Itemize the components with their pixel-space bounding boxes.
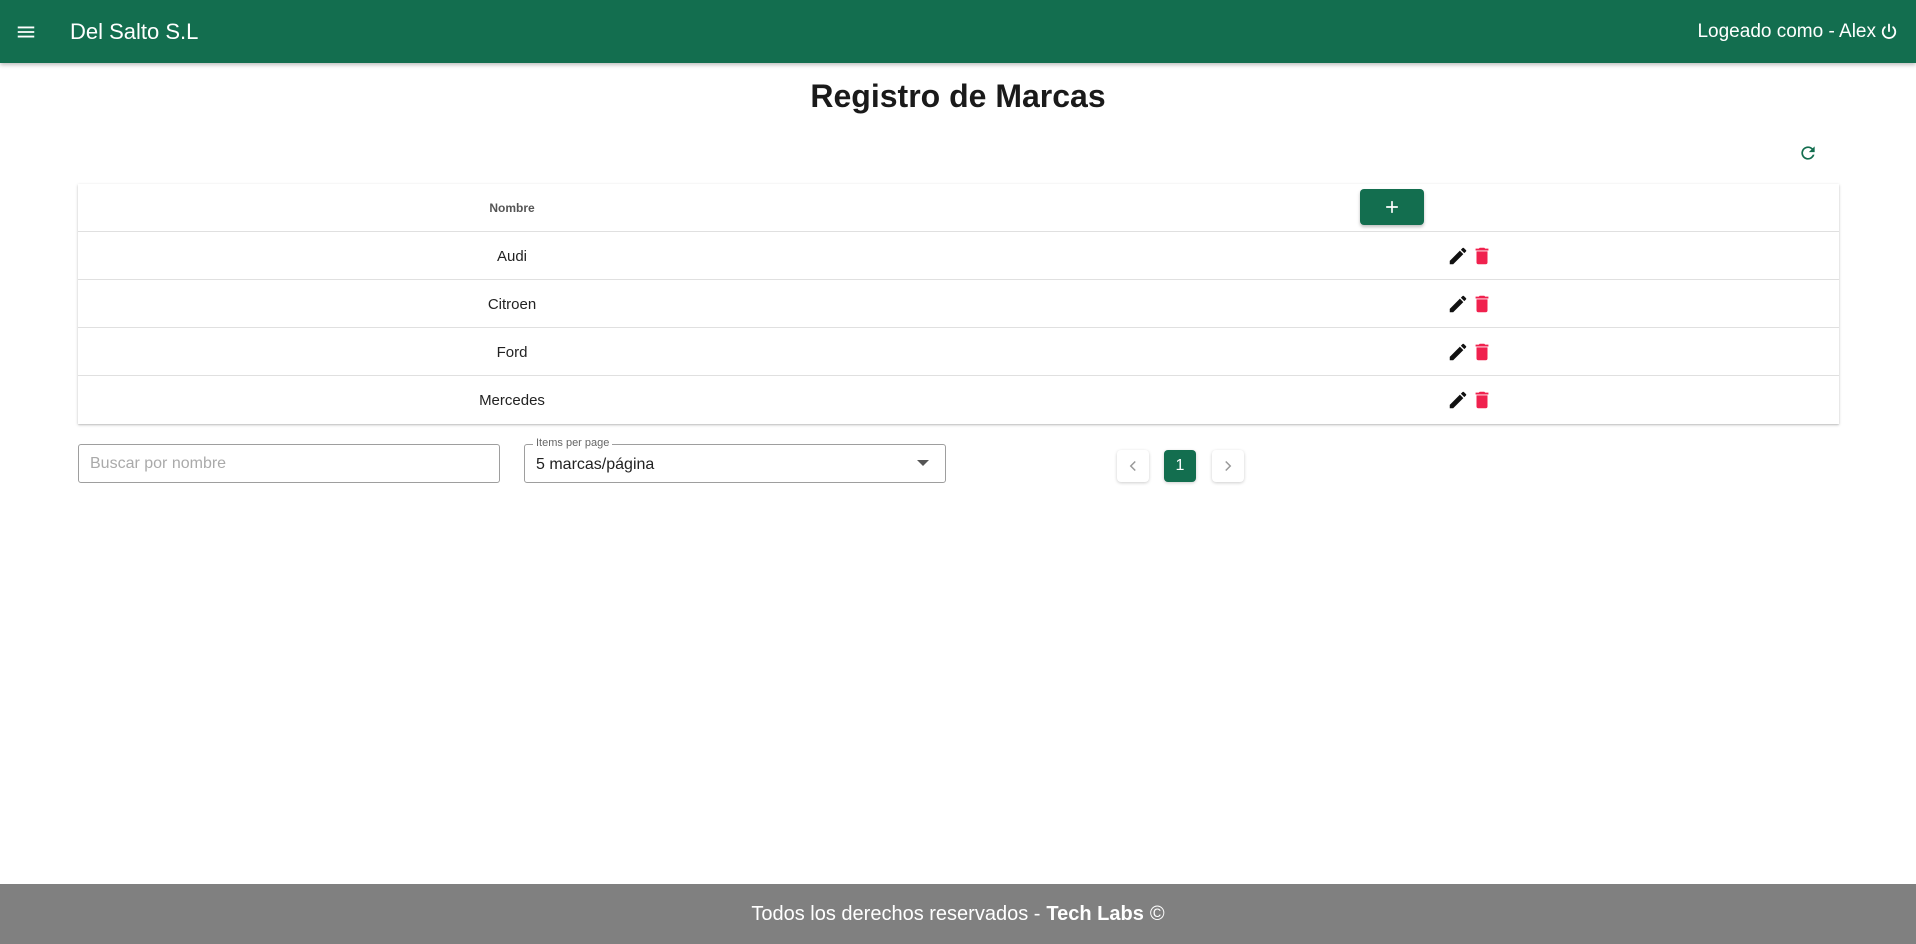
- pencil-icon[interactable]: [1446, 340, 1470, 364]
- row-actions: [1354, 376, 1494, 424]
- items-per-page-label: Items per page: [533, 437, 613, 449]
- table-row: Ford: [78, 328, 1839, 376]
- brand-name-cell: Mercedes: [479, 391, 545, 409]
- items-per-page-select[interactable]: Items per page 5 marcas/página: [524, 437, 946, 483]
- search-field: [78, 444, 500, 483]
- page-button-current[interactable]: 1: [1164, 450, 1196, 482]
- footer-brand: Tech Labs: [1046, 902, 1144, 925]
- brand-name-cell: Citroen: [487, 295, 537, 313]
- row-actions: [1354, 328, 1494, 376]
- page-title: Registro de Marcas: [810, 78, 1106, 114]
- brand-name-cell: Audi: [496, 247, 528, 265]
- footer: Todos los derechos reservados - Tech Lab…: [0, 884, 1916, 944]
- trash-icon[interactable]: [1470, 292, 1494, 316]
- pencil-icon[interactable]: [1446, 388, 1470, 412]
- user-area: Logeado como - Alex: [1697, 0, 1900, 63]
- dropdown-arrow-icon: [917, 460, 929, 466]
- footer-text: Todos los derechos reservados -: [751, 902, 1041, 925]
- search-input[interactable]: [79, 445, 499, 482]
- chevron-right-icon[interactable]: [1212, 450, 1244, 482]
- brands-table: Nombre Audi Citroen Ford Mercedes: [78, 184, 1839, 424]
- trash-icon[interactable]: [1470, 244, 1494, 268]
- table-row: Mercedes: [78, 376, 1839, 424]
- app-title: Del Salto S.L: [70, 18, 199, 44]
- plus-icon: [1386, 201, 1398, 213]
- column-header-nombre[interactable]: Nombre: [78, 184, 946, 232]
- pencil-icon[interactable]: [1446, 292, 1470, 316]
- items-per-page-value: 5 marcas/página: [536, 456, 655, 473]
- logged-in-user-label: Logeado como - Alex: [1697, 20, 1876, 42]
- table-row: Audi: [78, 232, 1839, 280]
- row-actions: [1354, 232, 1494, 280]
- add-brand-button[interactable]: [1360, 189, 1424, 225]
- table-row: Citroen: [78, 280, 1839, 328]
- chevron-left-icon[interactable]: [1117, 450, 1149, 482]
- table-header-row: Nombre: [78, 184, 1839, 232]
- pencil-icon[interactable]: [1446, 244, 1470, 268]
- copyright-symbol: ©: [1149, 902, 1165, 925]
- row-actions: [1354, 280, 1494, 328]
- brand-name-cell: Ford: [496, 343, 528, 361]
- power-icon[interactable]: [1878, 21, 1900, 43]
- trash-icon[interactable]: [1470, 388, 1494, 412]
- top-app-bar: Del Salto S.L Logeado como - Alex: [0, 0, 1916, 63]
- refresh-icon[interactable]: [1796, 141, 1820, 165]
- menu-icon[interactable]: [0, 0, 52, 63]
- trash-icon[interactable]: [1470, 340, 1494, 364]
